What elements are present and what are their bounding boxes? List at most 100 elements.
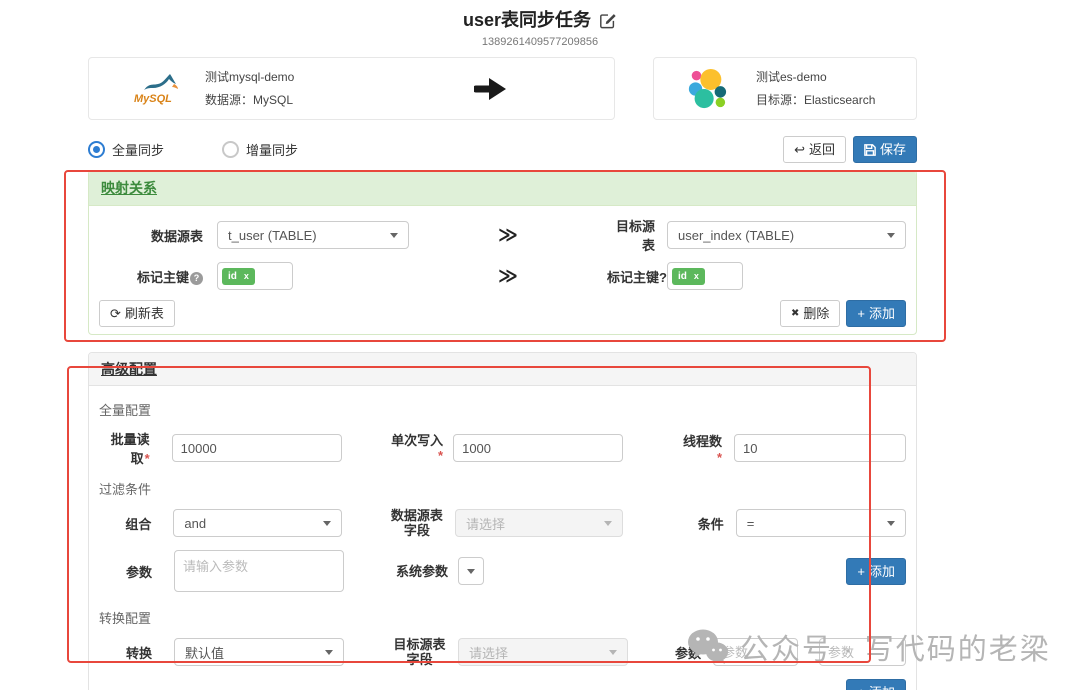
caret-down-icon — [887, 233, 895, 238]
delete-x-icon: ✖ — [791, 309, 799, 319]
filter-config-row: 组合 and 数据源表字段 请选择 条件 = — [99, 508, 906, 538]
caret-down-icon — [390, 233, 398, 238]
add-transform-button[interactable]: +添加 — [846, 679, 906, 690]
elasticsearch-logo-icon — [676, 68, 738, 110]
filter-param-input[interactable] — [174, 550, 344, 592]
task-id: 1389261409577209856 — [0, 36, 1080, 48]
refresh-tables-button[interactable]: ⟳刷新表 — [99, 300, 175, 327]
target-type-label: 目标源： — [756, 93, 804, 107]
remove-tag-icon[interactable]: x — [694, 271, 699, 281]
plus-icon: + — [857, 565, 865, 578]
advanced-title: 高级配置 — [101, 361, 157, 377]
target-pk-label: 标记主键 — [607, 270, 659, 285]
combine-label: 组合 — [99, 514, 173, 533]
condition-select[interactable]: = — [736, 509, 906, 537]
back-arrow-icon: ↩ — [794, 143, 805, 156]
sys-param-select[interactable] — [458, 557, 484, 585]
sync-task-page: user表同步任务 1389261409577209856 MySQL 测试my… — [0, 0, 1080, 690]
map-chevrons-icon: ≫ — [498, 265, 518, 288]
sync-direction-arrow-icon — [474, 76, 508, 102]
source-name: 测试mysql-demo — [205, 71, 294, 84]
mapping-panel-header: 映射关系 — [89, 171, 916, 206]
caret-down-icon — [323, 521, 331, 526]
transform-config-row: 转换 默认值 目标源表字段 请选择 参数 — [99, 637, 906, 667]
thread-count-label: 线程数 — [683, 434, 722, 449]
caret-down-icon — [467, 569, 475, 574]
plus-icon: + — [857, 307, 865, 320]
page-header: user表同步任务 1389261409577209856 — [0, 0, 1080, 48]
target-card: 测试es-demo 目标源：Elasticsearch — [653, 57, 917, 120]
target-pk-tag-input[interactable]: idx — [667, 262, 743, 290]
target-info: 测试es-demo 目标源：Elasticsearch — [756, 71, 875, 107]
radio-full-sync[interactable]: 全量同步 — [88, 140, 164, 159]
source-field-select[interactable]: 请选择 — [455, 509, 623, 537]
save-button[interactable]: 保存 — [853, 136, 917, 163]
help-icon[interactable]: ? — [190, 272, 203, 285]
sync-mode-row: 全量同步 增量同步 ↩返回 保存 — [88, 136, 917, 163]
delete-mapping-button[interactable]: ✖删除 — [780, 300, 840, 327]
svg-text:MySQL: MySQL — [134, 93, 172, 105]
mapping-title: 映射关系 — [101, 180, 157, 196]
filter-param-row: 参数 系统参数 +添加 — [99, 550, 906, 592]
combine-select[interactable]: and — [173, 509, 341, 537]
target-field-label: 目标源表字段 — [391, 637, 458, 667]
connection-row: MySQL 测试mysql-demo 数据源：MySQL — [88, 57, 917, 120]
param-label: 参数 — [99, 562, 174, 581]
target-type-value: Elasticsearch — [804, 93, 875, 107]
radio-full-sync-label: 全量同步 — [112, 140, 164, 159]
back-button[interactable]: ↩返回 — [783, 136, 846, 163]
add-filter-button[interactable]: +添加 — [846, 558, 906, 585]
caret-down-icon — [887, 521, 895, 526]
radio-incremental-sync-control[interactable] — [222, 141, 239, 158]
source-card: MySQL 测试mysql-demo 数据源：MySQL — [88, 57, 615, 120]
source-pk-tag: idx — [222, 268, 255, 285]
source-type-label: 数据源： — [205, 93, 253, 107]
source-type-value: MySQL — [253, 93, 293, 107]
target-pk-tag: idx — [672, 268, 705, 285]
refresh-icon: ⟳ — [110, 307, 121, 320]
transform-section-label: 转换配置 — [99, 608, 906, 627]
caret-down-icon — [609, 650, 617, 655]
advanced-config-panel: 高级配置 全量配置 批量读取* 单次写入* 线程数* 过滤条件 组合 and 数… — [88, 352, 917, 690]
source-pk-tag-input[interactable]: idx — [217, 262, 293, 290]
radio-full-sync-control[interactable] — [88, 141, 105, 158]
caret-down-icon — [604, 521, 612, 526]
batch-read-label: 批量读取 — [111, 432, 150, 466]
thread-count-input[interactable] — [734, 434, 906, 462]
transform-select[interactable]: 默认值 — [174, 638, 344, 666]
target-table-select[interactable]: user_index (TABLE) — [667, 221, 906, 249]
source-table-select[interactable]: t_user (TABLE) — [217, 221, 409, 249]
help-icon[interactable]: ? — [659, 270, 667, 285]
filter-section-label: 过滤条件 — [99, 479, 906, 498]
caret-down-icon — [325, 650, 333, 655]
sys-param-label: 系统参数 — [391, 564, 458, 579]
batch-read-input[interactable] — [172, 434, 342, 462]
advanced-panel-header: 高级配置 — [89, 353, 916, 386]
transform-label: 转换 — [99, 643, 174, 662]
condition-label: 条件 — [677, 514, 735, 533]
source-field-label: 数据源表字段 — [389, 508, 455, 538]
transform-param-label: 参数 — [658, 643, 713, 662]
mapping-panel: 映射关系 数据源表 t_user (TABLE) ≫ 目标源表 user_ind… — [88, 170, 917, 335]
single-write-label: 单次写入 — [391, 433, 443, 448]
remove-tag-icon[interactable]: x — [244, 271, 249, 281]
target-table-label: 目标源表 — [607, 216, 667, 254]
radio-incremental-sync[interactable]: 增量同步 — [222, 140, 298, 159]
edit-title-icon[interactable] — [599, 11, 617, 29]
plus-icon: + — [857, 686, 865, 690]
save-floppy-icon — [864, 144, 876, 156]
pk-mapping-row: 标记主键? idx ≫ 标记主键? idx — [99, 262, 906, 290]
mysql-logo-icon: MySQL — [125, 71, 187, 107]
source-pk-label: 标记主键 — [137, 270, 189, 285]
table-mapping-row: 数据源表 t_user (TABLE) ≫ 目标源表 user_index (T… — [99, 216, 906, 254]
source-table-label: 数据源表 — [99, 226, 217, 245]
add-mapping-button[interactable]: +添加 — [846, 300, 906, 327]
source-info: 测试mysql-demo 数据源：MySQL — [205, 71, 294, 107]
radio-incremental-sync-label: 增量同步 — [246, 140, 298, 159]
target-name: 测试es-demo — [756, 71, 875, 84]
transform-param1-input[interactable] — [713, 638, 798, 666]
single-write-input[interactable] — [453, 434, 623, 462]
page-title: user表同步任务 — [463, 8, 591, 32]
transform-param2-input[interactable] — [819, 638, 906, 666]
target-field-select[interactable]: 请选择 — [458, 638, 628, 666]
